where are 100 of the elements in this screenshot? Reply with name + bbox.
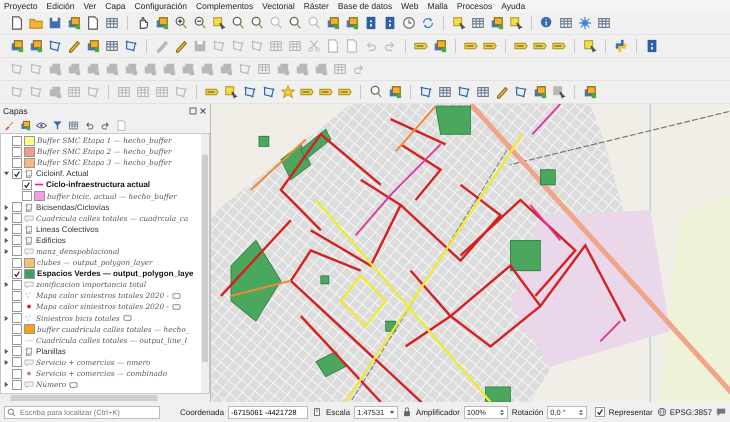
table-icon[interactable] xyxy=(438,85,452,99)
clock-icon[interactable] xyxy=(402,16,416,30)
layers-icon[interactable] xyxy=(433,39,447,53)
layer-checkbox[interactable] xyxy=(12,146,22,157)
magnifier-icon[interactable] xyxy=(231,16,245,30)
layers-icon[interactable] xyxy=(20,120,31,130)
table-icon[interactable] xyxy=(68,120,79,130)
selection-icon[interactable] xyxy=(224,85,238,99)
collapse-arrow-icon[interactable] xyxy=(3,170,10,178)
expand-arrow-icon[interactable] xyxy=(3,281,10,288)
filter-icon[interactable] xyxy=(52,120,63,130)
layer-name[interactable]: Espacios Verdes — output_polygon_laye xyxy=(37,269,194,278)
spin-arrows-icon[interactable] xyxy=(498,408,505,416)
layer-name[interactable]: Edificios xyxy=(36,236,66,245)
layer-name[interactable]: Ciclo-infraestructura actual xyxy=(46,180,150,190)
vertical-scrollbar[interactable] xyxy=(201,134,209,393)
layers-icon[interactable] xyxy=(29,39,43,53)
float-icon[interactable] xyxy=(189,106,197,114)
table-icon[interactable] xyxy=(471,16,485,30)
menu-item[interactable]: Edición xyxy=(46,1,74,11)
layers-icon[interactable] xyxy=(155,16,169,30)
messages-icon[interactable] xyxy=(716,407,726,417)
table-icon[interactable] xyxy=(559,16,573,30)
layer-name[interactable]: Cicloinf. Actual xyxy=(36,169,88,178)
layer-checkbox[interactable] xyxy=(12,302,22,312)
selection-icon[interactable] xyxy=(509,16,523,30)
spin-arrows-icon[interactable] xyxy=(578,408,584,416)
table-icon[interactable] xyxy=(597,16,611,30)
layer-checkbox[interactable] xyxy=(12,346,22,356)
zoom-out-icon[interactable] xyxy=(193,16,207,30)
redo-icon[interactable] xyxy=(100,120,111,130)
layer-checkbox[interactable] xyxy=(12,213,22,224)
layers-icon[interactable] xyxy=(533,85,547,99)
menu-item[interactable]: Procesos xyxy=(456,1,492,11)
selection-icon[interactable] xyxy=(583,39,597,53)
settings-icon[interactable] xyxy=(578,16,592,30)
polygon-icon[interactable] xyxy=(243,85,257,99)
magnifier-icon[interactable] xyxy=(288,16,302,30)
layer-name[interactable]: Lineas Colectivos xyxy=(36,224,99,234)
folder-icon[interactable] xyxy=(29,16,43,30)
layer-name[interactable]: Bicisendas/Ciclovías xyxy=(36,202,110,212)
menu-item[interactable]: Ayuda xyxy=(501,1,526,11)
menu-item[interactable]: Web xyxy=(401,1,418,11)
pencil-icon[interactable] xyxy=(174,39,188,53)
selection-icon[interactable] xyxy=(552,85,566,99)
expand-arrow-icon[interactable] xyxy=(3,214,10,222)
menu-item[interactable]: Capa xyxy=(105,1,126,11)
layer-checkbox[interactable] xyxy=(12,357,22,368)
menu-item[interactable]: Ver xyxy=(83,1,96,11)
expand-arrow-icon[interactable] xyxy=(3,248,10,255)
selection-icon[interactable] xyxy=(452,16,466,30)
layers-icon[interactable] xyxy=(10,39,24,53)
undo-icon[interactable] xyxy=(84,120,95,130)
expand-arrow-icon[interactable] xyxy=(3,226,10,233)
polygon-icon[interactable] xyxy=(419,85,433,99)
layers-icon[interactable] xyxy=(326,16,340,30)
polygon-icon[interactable] xyxy=(124,39,138,53)
layer-checkbox[interactable] xyxy=(12,313,22,324)
plugin-icon[interactable] xyxy=(614,39,628,53)
layer-checkbox[interactable] xyxy=(12,158,22,168)
close-icon[interactable] xyxy=(199,106,207,114)
layers-icon[interactable] xyxy=(388,85,402,99)
star-icon[interactable] xyxy=(281,85,295,99)
layer-checkbox[interactable] xyxy=(12,268,22,279)
layer-checkbox[interactable] xyxy=(12,324,22,334)
layer-checkbox[interactable] xyxy=(12,290,22,301)
layer-checkbox[interactable] xyxy=(12,224,22,234)
expand-arrow-icon[interactable] xyxy=(3,348,10,355)
eye-icon[interactable] xyxy=(36,120,47,130)
menu-item[interactable]: Complementos xyxy=(196,1,254,11)
file-icon[interactable] xyxy=(86,16,100,30)
polygon-icon[interactable] xyxy=(457,85,471,99)
refresh-icon[interactable] xyxy=(421,16,435,30)
magnifier-icon[interactable] xyxy=(250,16,264,30)
layer-checkbox[interactable] xyxy=(22,191,32,202)
layers-icon[interactable] xyxy=(345,16,359,30)
polygon-icon[interactable] xyxy=(262,85,276,99)
layers-icon[interactable] xyxy=(490,16,504,30)
indicator-icon[interactable] xyxy=(172,302,181,311)
file-icon[interactable] xyxy=(10,16,24,30)
indicator-icon[interactable] xyxy=(122,314,132,322)
layer-checkbox[interactable] xyxy=(12,235,22,246)
layer-checkbox[interactable] xyxy=(12,136,22,146)
indicator-icon[interactable] xyxy=(172,292,181,300)
expand-arrow-icon[interactable] xyxy=(3,381,10,388)
render-checkbox[interactable] xyxy=(594,407,605,417)
menu-item[interactable]: Base de datos xyxy=(338,1,392,11)
expand-arrow-icon[interactable] xyxy=(3,204,10,211)
expand-arrow-icon[interactable] xyxy=(3,314,10,322)
menu-item[interactable]: Ráster xyxy=(304,1,329,11)
table-icon[interactable] xyxy=(105,16,119,30)
zoom-in-icon[interactable] xyxy=(174,16,188,30)
layer-name[interactable]: Planillas xyxy=(36,346,66,356)
selection-icon[interactable] xyxy=(212,16,226,30)
expand-arrow-icon[interactable] xyxy=(3,358,10,366)
table-icon[interactable] xyxy=(105,39,119,53)
expand-arrow-icon[interactable] xyxy=(3,236,10,244)
menu-item[interactable]: Configuración xyxy=(134,1,187,11)
menu-item[interactable]: Malla xyxy=(428,1,448,11)
info-icon[interactable] xyxy=(540,16,554,30)
